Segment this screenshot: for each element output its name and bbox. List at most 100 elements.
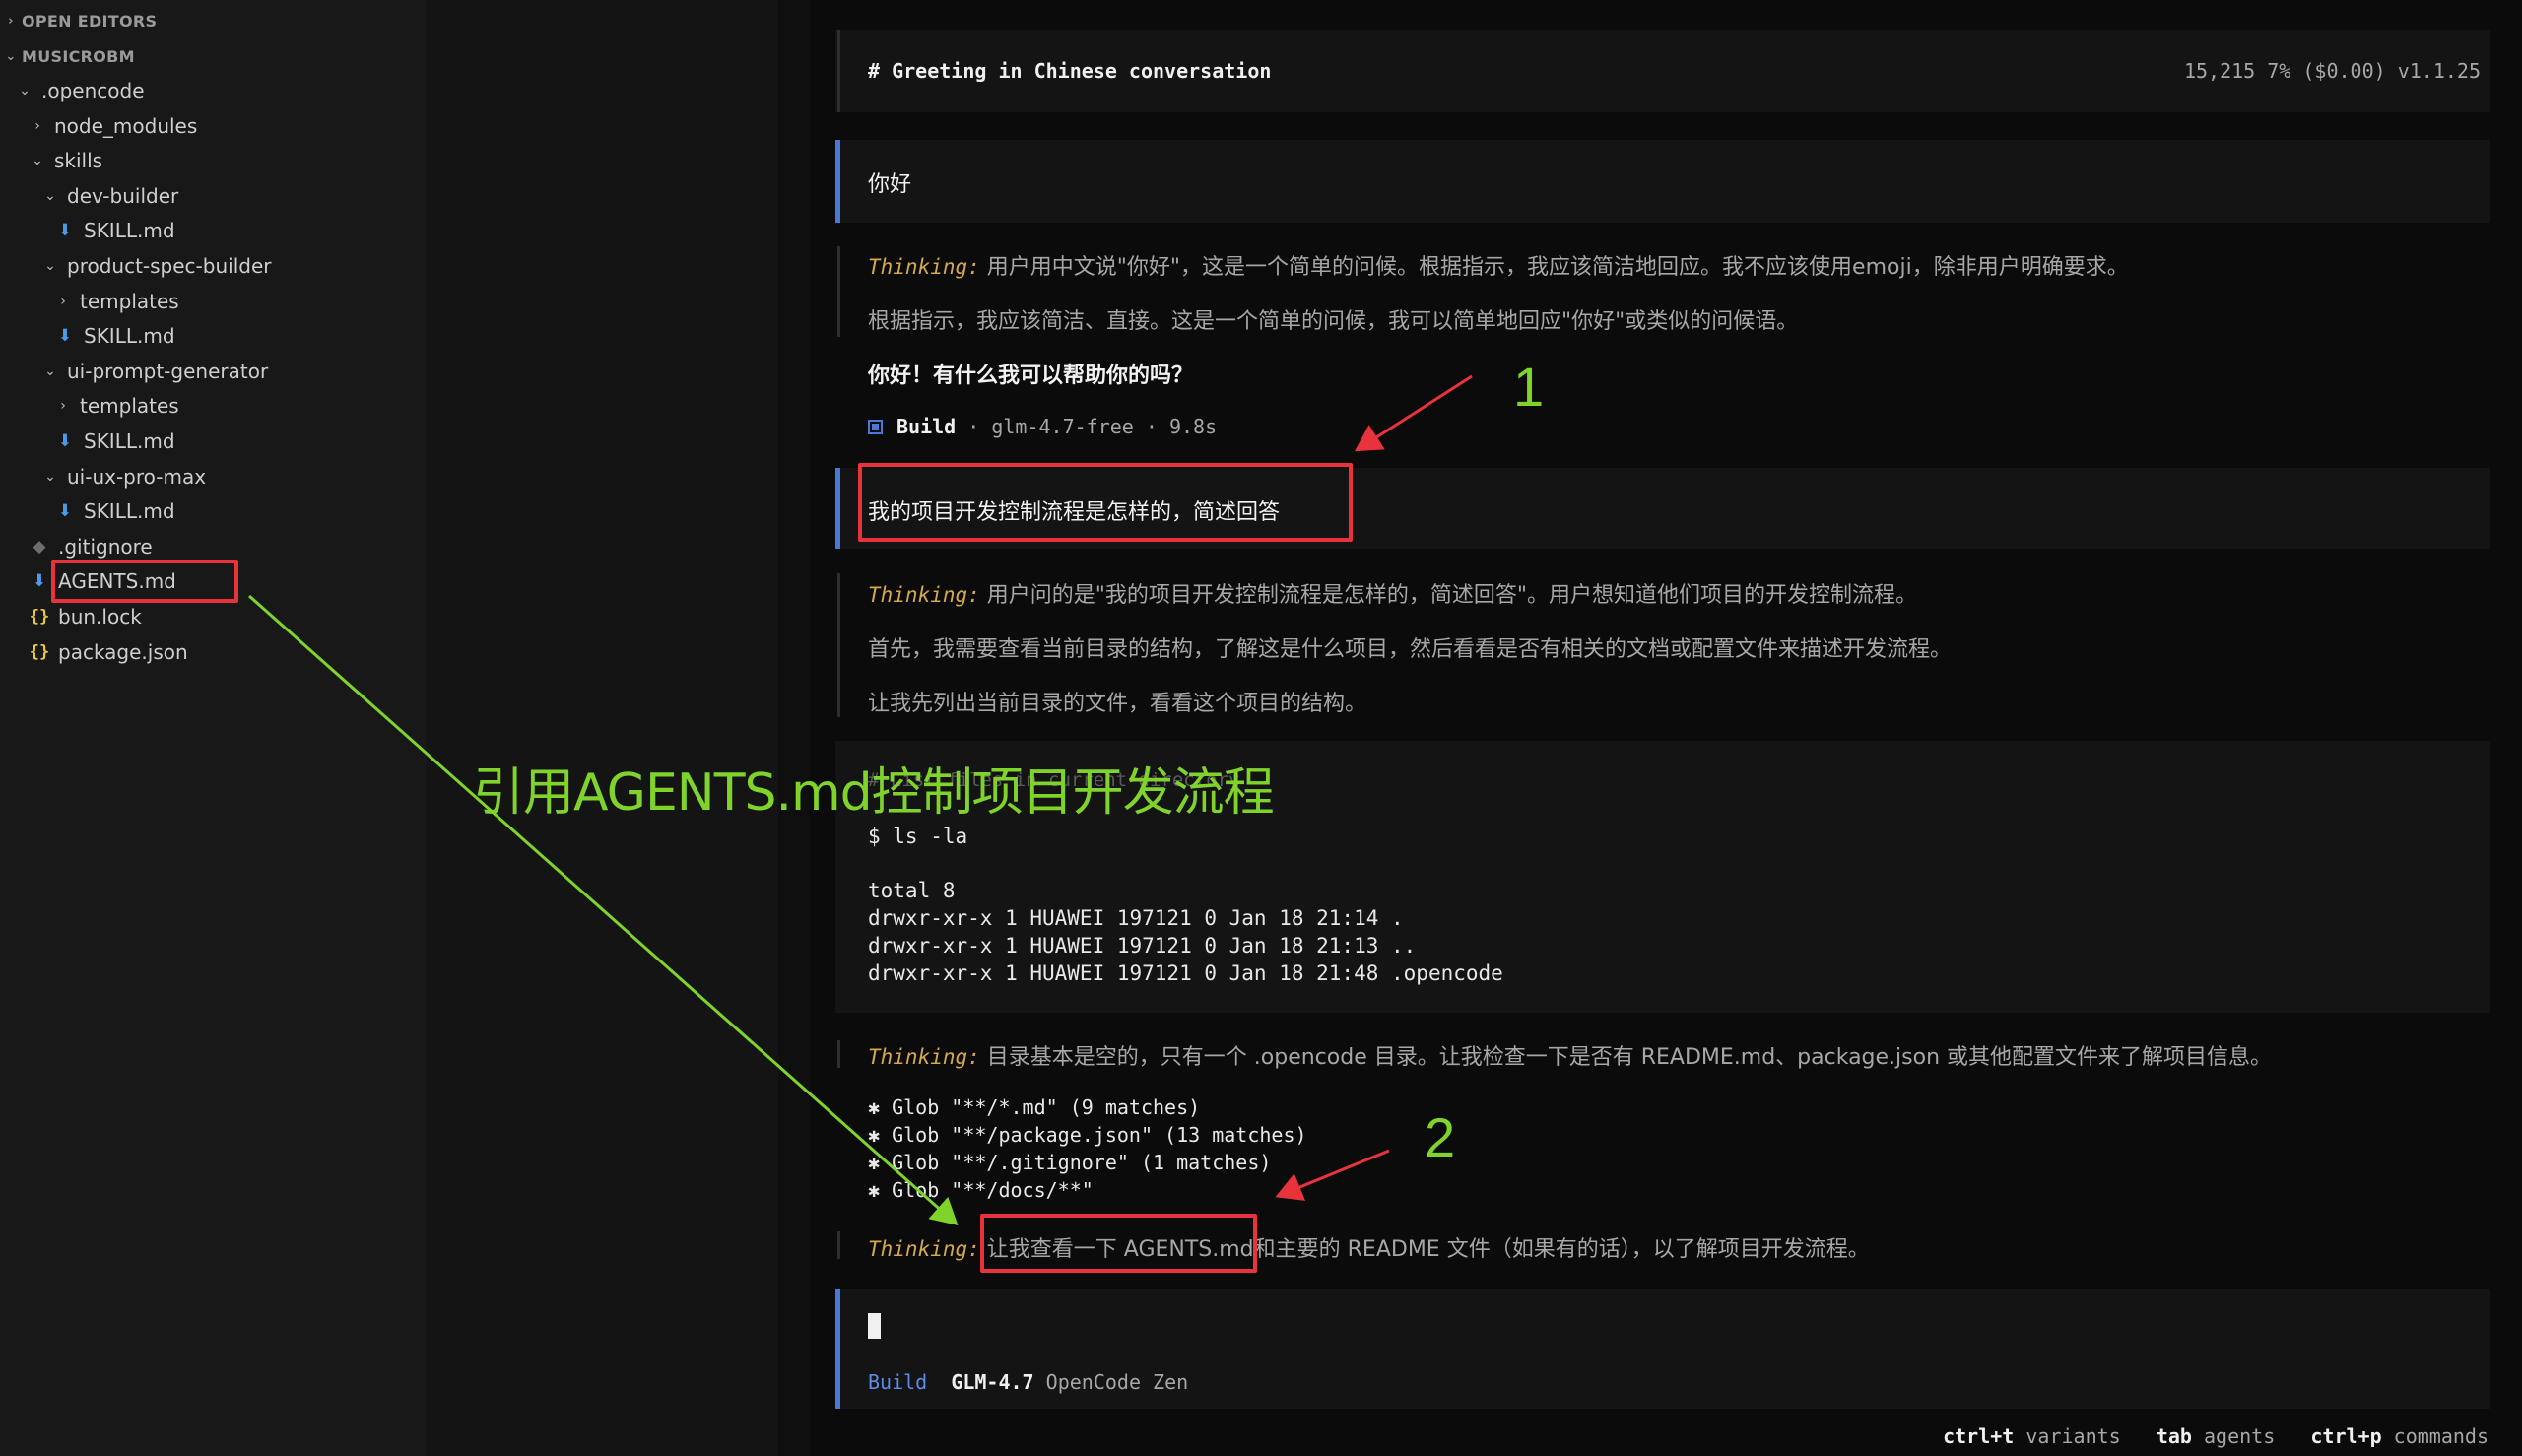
session-header-bar <box>837 30 840 112</box>
agent-square-icon <box>868 420 883 434</box>
tree-item[interactable]: ⌄ .opencode <box>14 74 145 107</box>
thinking-line: Thinking: 目录基本是空的，只有一个 .opencode 目录。让我检查… <box>868 1039 2272 1071</box>
thinking-label: Thinking: <box>868 1237 980 1261</box>
chevron-down-icon: ⌄ <box>5 48 17 64</box>
tree-item-label: .opencode <box>41 79 145 102</box>
thinking-bar <box>837 1040 840 1068</box>
git-file-icon: ◆ <box>33 536 46 557</box>
thinking-bar <box>837 1231 840 1259</box>
glob-line: ✱ Glob "**/docs/**" <box>868 1178 1094 1202</box>
glob-line: ✱ Glob "**/*.md" (9 matches) <box>868 1095 1201 1119</box>
hint-label: commands <box>2393 1424 2489 1448</box>
session-title: # Greeting in Chinese conversation <box>868 59 1272 83</box>
tree-item[interactable]: › templates <box>52 285 179 318</box>
input-meta: Build GLM-4.7 OpenCode Zen <box>868 1370 1188 1394</box>
user-message-text: 你好 <box>868 172 912 197</box>
command-output-line: drwxr-xr-x 1 HUAWEI 197121 0 Jan 18 21:1… <box>868 906 1404 930</box>
glob-line: ✱ Glob "**/package.json" (13 matches) <box>868 1123 1307 1147</box>
markdown-file-icon: ⬇ <box>57 326 73 347</box>
input-provider: OpenCode Zen <box>1045 1370 1189 1394</box>
editor-gutter <box>426 0 810 1456</box>
explorer-sidebar: › OPEN EDITORS ⌄ MUSICROBM ⌄ .opencode › no… <box>0 0 426 1456</box>
chevron-down-icon: ⌄ <box>32 153 43 169</box>
markdown-file-icon: ⬇ <box>57 501 73 522</box>
chevron-down-icon: ⌄ <box>19 83 31 99</box>
tree-item[interactable]: ⌄ ui-ux-pro-max <box>39 460 206 494</box>
command-output-line: drwxr-xr-x 1 HUAWEI 197121 0 Jan 18 21:4… <box>868 961 1503 985</box>
section-label: OPEN EDITORS <box>22 11 158 31</box>
section-label: MUSICROBM <box>22 46 135 66</box>
tree-item[interactable]: ⌄ ui-prompt-generator <box>39 355 268 388</box>
tree-item[interactable]: ⬇ SKILL.md <box>52 214 175 247</box>
prompt-input-bar <box>835 1289 840 1409</box>
section-project[interactable]: ⌄ MUSICROBM <box>0 41 135 71</box>
tree-item-label: product-spec-builder <box>67 254 272 278</box>
thinking-line: Thinking: 用户问的是"我的项目开发控制流程是怎样的，简述回答"。用户想… <box>868 577 1917 609</box>
thinking-text: 首先，我需要查看当前目录的结构，了解这是什么项目，然后看看是否有相关的文档或配置… <box>868 637 1953 662</box>
tree-item[interactable]: ⬇ SKILL.md <box>52 495 175 528</box>
annotation-caption: 引用AGENTS.md控制项目开发流程 <box>473 763 1275 823</box>
tree-item-label: ui-prompt-generator <box>67 359 269 383</box>
chevron-right-icon: › <box>34 117 40 134</box>
build-meta: · glm-4.7-free · 9.8s <box>967 415 1218 438</box>
tree-item-label: SKILL.md <box>84 324 175 349</box>
highlight-box-question <box>858 463 1353 542</box>
tree-item-label: templates <box>80 394 179 419</box>
highlight-box-agents-file <box>51 560 238 603</box>
markdown-file-icon: ⬇ <box>57 221 73 241</box>
text-cursor <box>868 1313 881 1339</box>
thinking-text: 和主要的 README 文件（如果有的话），以了解项目开发流程。 <box>1253 1237 1870 1262</box>
tree-item[interactable]: › templates <box>52 389 179 423</box>
tree-item[interactable]: ◆ .gitignore <box>27 530 152 563</box>
json-file-icon: {} <box>29 607 50 627</box>
tree-item[interactable]: ⬇ SKILL.md <box>52 425 175 458</box>
highlight-box-agents-read <box>980 1214 1257 1273</box>
footer-hints: ctrl+t variants tab agents ctrl+p comman… <box>1943 1424 2489 1448</box>
tree-item[interactable]: ⌄ skills <box>27 144 102 177</box>
hint-key: ctrl+t <box>1943 1424 2015 1448</box>
tree-item[interactable]: ⌄ dev-builder <box>39 179 178 213</box>
tree-item[interactable]: › node_modules <box>27 109 197 143</box>
thinking-text: 让我先列出当前目录的文件，看看这个项目的结构。 <box>868 692 1367 716</box>
thinking-text: 根据指示，我应该简洁、直接。这是一个简单的问候，我可以简单地回应"你好"或类似的… <box>868 309 1799 334</box>
thinking-bar <box>837 573 840 717</box>
tree-item-label: package.json <box>58 639 188 664</box>
markdown-file-icon: ⬇ <box>57 431 73 451</box>
annotation-number-1: 1 <box>1513 356 1545 418</box>
asterisk-icon: ✱ <box>868 1123 881 1147</box>
chevron-down-icon: ⌄ <box>44 363 56 379</box>
thinking-line: Thinking: 用户用中文说"你好"，这是一个简单的问候。根据指示，我应该简… <box>868 249 2129 281</box>
tree-item[interactable]: {} package.json <box>27 635 188 669</box>
thinking-text: 用户问的是"我的项目开发控制流程是怎样的，简述回答"。用户想知道他们项目的开发控… <box>986 583 1918 608</box>
user-message-1 <box>835 140 2490 223</box>
chevron-down-icon: ⌄ <box>44 468 56 485</box>
thinking-bar <box>837 246 840 337</box>
input-agent[interactable]: Build <box>868 1370 927 1394</box>
thinking-label: Thinking: <box>868 583 980 607</box>
user-message-bar <box>835 140 840 223</box>
tree-item[interactable]: {} bun.lock <box>27 600 142 633</box>
asterisk-icon: ✱ <box>868 1178 881 1202</box>
tree-item-label: SKILL.md <box>84 430 175 453</box>
tree-item-label: SKILL.md <box>84 219 175 243</box>
user-message-bar <box>835 468 840 549</box>
tree-item-label: skills <box>54 149 103 173</box>
thinking-text: 用户用中文说"你好"，这是一个简单的问候。根据指示，我应该简洁地回应。我不应该使… <box>986 255 2129 280</box>
command-output-line: total 8 <box>868 879 956 902</box>
markdown-file-icon: ⬇ <box>32 571 47 592</box>
section-open-editors[interactable]: › OPEN EDITORS <box>0 6 157 35</box>
tree-item-label: SKILL.md <box>84 499 175 524</box>
build-agent: Build <box>896 415 957 438</box>
input-model[interactable]: GLM-4.7 <box>951 1370 1033 1394</box>
tree-item-label: bun.lock <box>58 605 142 629</box>
hint-label: variants <box>2025 1424 2121 1448</box>
annotation-number-2: 2 <box>1425 1106 1456 1168</box>
tree-item[interactable]: ⌄ product-spec-builder <box>39 249 271 283</box>
chevron-down-icon: ⌄ <box>44 258 56 274</box>
chevron-right-icon: › <box>60 293 66 309</box>
tree-item-label: templates <box>80 289 179 313</box>
tree-item[interactable]: ⬇ SKILL.md <box>52 319 175 353</box>
tree-item-label: ui-ux-pro-max <box>67 464 207 489</box>
chevron-right-icon: › <box>8 13 14 29</box>
tree-item-label: node_modules <box>54 113 198 138</box>
